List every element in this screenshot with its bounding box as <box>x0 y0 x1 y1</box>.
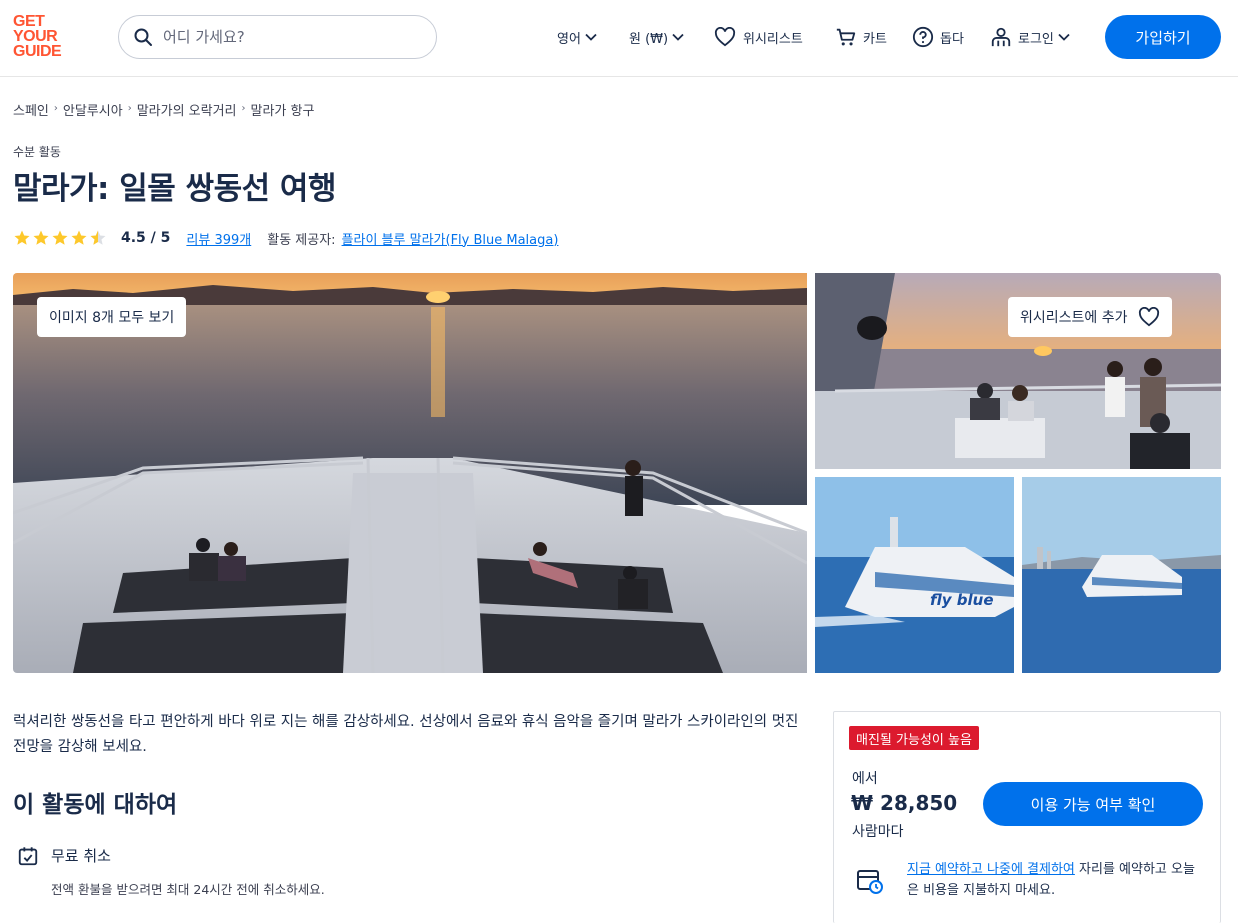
view-all-images-button[interactable]: 이미지 8개 모두 보기 <box>37 297 187 337</box>
price-from-label: 에서 <box>852 771 878 787</box>
search-bar[interactable] <box>118 15 437 59</box>
star-icon <box>33 230 49 245</box>
likely-sell-out-badge: 매진될 가능성이 높음 <box>849 726 979 750</box>
search-icon <box>134 28 152 46</box>
user-icon <box>991 27 1011 47</box>
logo-line-1: GET <box>13 13 45 30</box>
heart-icon <box>1138 307 1159 327</box>
heart-icon <box>714 27 736 47</box>
login-label: 로그인 <box>1018 31 1054 47</box>
search-input[interactable] <box>163 28 423 46</box>
help-label: 돕다 <box>940 31 964 47</box>
logo-line-3: GUIDE <box>13 43 62 60</box>
booking-panel: 매진될 가능성이 높음 에서 ₩ 28,850 사람마다 이용 가능 여부 확인… <box>833 711 1221 923</box>
catamaran-far-photo <box>1022 477 1221 673</box>
chevron-down-icon <box>585 33 597 41</box>
breadcrumb: 스페인 › 안달루시아 › 말라가의 오락거리 › 말라가 항구 <box>13 100 314 119</box>
breadcrumb-item[interactable]: 스페인 <box>13 100 49 119</box>
getyourguide-logo[interactable]: GET YOUR GUIDE <box>13 13 73 60</box>
page-title: 말라가: 일몰 쌍동선 여행 <box>13 171 336 207</box>
chevron-down-icon <box>1058 33 1070 41</box>
help-icon <box>912 26 934 48</box>
about-section-title: 이 활동에 대하여 <box>13 792 178 818</box>
reserve-now-pay-later-text: 지금 예약하고 나중에 결제하여 자리를 예약하고 오늘은 비용을 지불하지 마… <box>907 859 1202 901</box>
activity-description: 럭셔리한 쌍동선을 타고 편안하게 바다 위로 지는 해를 감상하세요. 선상에… <box>13 714 799 755</box>
calendar-check-icon <box>18 847 38 866</box>
star-icon <box>52 230 68 245</box>
language-label: 영어 <box>557 31 581 47</box>
currency-label: 원 (₩) <box>629 31 669 47</box>
reserve-now-pay-later-link[interactable]: 지금 예약하고 나중에 결제하여 <box>907 862 1075 877</box>
login-menu[interactable]: 로그인 <box>990 25 1070 49</box>
rating-row: 4.5 / 5 리뷰 399개 활동 제공자: 플라이 블루 말라가(Fly B… <box>13 228 558 248</box>
breadcrumb-separator-icon: › <box>241 103 246 114</box>
logo-line-2: YOUR <box>13 28 58 45</box>
feature-free-cancellation-title: 무료 취소 <box>51 847 111 865</box>
breadcrumb-item[interactable]: 말라가의 오락거리 <box>137 100 237 119</box>
breadcrumb-item[interactable]: 안달루시아 <box>63 100 123 119</box>
price-per-person-label: 사람마다 <box>852 824 904 840</box>
breadcrumb-separator-icon: › <box>127 103 132 114</box>
wishlist-link[interactable]: 위시리스트 <box>714 25 803 49</box>
add-to-wishlist-button[interactable]: 위시리스트에 추가 <box>1008 297 1172 337</box>
feature-free-cancellation-desc: 전액 환불을 받으려면 최대 24시간 전에 취소하세요. <box>51 882 325 897</box>
calendar-clock-icon <box>857 870 883 894</box>
cart-link[interactable]: 카트 <box>835 25 887 49</box>
gallery-image-boat-far[interactable] <box>1022 477 1221 673</box>
half-star-icon <box>90 230 106 245</box>
add-to-wishlist-label: 위시리스트에 추가 <box>1020 310 1128 326</box>
boat-text: fly blue <box>930 591 994 609</box>
rating-value: 4.5 / 5 <box>121 230 171 246</box>
star-icon <box>14 230 30 245</box>
provider-link[interactable]: 플라이 블루 말라가(Fly Blue Malaga) <box>342 229 559 248</box>
rating-stars <box>13 229 107 247</box>
reviews-link[interactable]: 리뷰 399개 <box>186 229 251 248</box>
breadcrumb-separator-icon: › <box>53 103 58 114</box>
provider-label: 활동 제공자: <box>267 232 336 248</box>
help-link[interactable]: 돕다 <box>912 25 964 49</box>
breadcrumb-item[interactable]: 말라가 항구 <box>251 100 315 119</box>
cart-label: 카트 <box>863 31 887 47</box>
price-value: ₩ 28,850 <box>851 791 958 815</box>
chevron-down-icon <box>672 33 684 41</box>
site-header: GET YOUR GUIDE 영어 원 (₩) 위시리스트 카트 돕다 로그인 … <box>0 0 1238 77</box>
star-icon <box>71 230 87 245</box>
language-selector[interactable]: 영어 <box>557 25 597 49</box>
cart-icon <box>836 28 856 46</box>
check-availability-button[interactable]: 이용 가능 여부 확인 <box>983 782 1203 826</box>
catamaran-close-photo: fly blue <box>815 477 1014 673</box>
activity-category: 수분 활동 <box>13 145 61 159</box>
signup-button[interactable]: 가입하기 <box>1105 15 1221 59</box>
currency-selector[interactable]: 원 (₩) <box>629 25 684 49</box>
gallery-image-boat-close[interactable]: fly blue <box>815 477 1014 673</box>
wishlist-label: 위시리스트 <box>743 31 803 47</box>
